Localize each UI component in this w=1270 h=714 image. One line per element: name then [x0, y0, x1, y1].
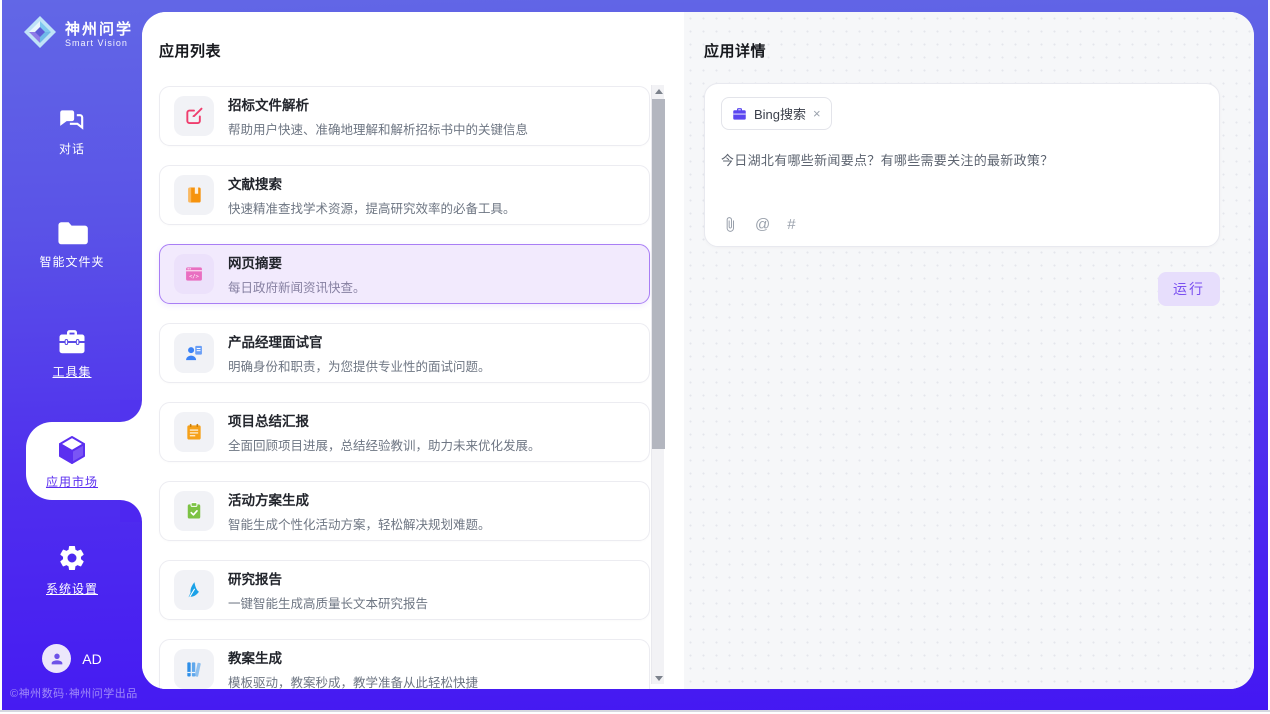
prompt-card: Bing搜索 × 今日湖北有哪些新闻要点？有哪些需要关注的最新政策？ @ # [704, 83, 1220, 247]
app-list-title: 应用列表 [159, 40, 684, 61]
interviewer-icon [174, 333, 214, 373]
report-icon [174, 412, 214, 452]
app-frame: 神州问学 Smart Vision 对话 智能文件夹 [2, 0, 1268, 710]
app-card-desc: 帮助用户快速、准确地理解和解析招标书中的关键信息 [228, 119, 528, 138]
gear-icon [2, 543, 142, 573]
app-card-lesson-plan[interactable]: 教案生成 模板驱动，教案秒成，教学准备从此轻松快捷 [159, 639, 650, 689]
app-card-title: 文献搜索 [228, 173, 516, 193]
app-list-scrollbar[interactable] [651, 85, 664, 684]
brand-gem-icon [22, 14, 58, 55]
tool-chip-label: Bing搜索 [754, 104, 806, 123]
app-card-desc: 每日政府新闻资讯快查。 [228, 277, 366, 296]
app-card-desc: 模板驱动，教案秒成，教学准备从此轻松快捷 [228, 672, 478, 689]
app-detail-panel: 应用详情 Bing搜索 × 今日湖北有哪些新闻要点？有哪些需要关注的最新政策？ [684, 12, 1254, 689]
app-card-bid-parsing[interactable]: 招标文件解析 帮助用户快速、准确地理解和解析招标书中的关键信息 [159, 86, 650, 146]
sidebar-item-label: 系统设置 [2, 580, 142, 597]
app-list-panel: 应用列表 招标文件解析 帮助用户快速、准 [142, 12, 684, 689]
sidebar-item-app-market[interactable]: 应用市场 [2, 434, 142, 490]
scrollbar-thumb[interactable] [652, 99, 665, 449]
app-card-project-summary[interactable]: 项目总结汇报 全面回顾项目进展，总结经验教训，助力未来优化发展。 [159, 402, 650, 462]
sidebar-item-chat[interactable]: 对话 [2, 106, 142, 157]
cube-icon [2, 434, 142, 466]
pen-icon [174, 570, 214, 610]
active-tab-curve-bottom [120, 500, 142, 522]
user-row[interactable]: AD [2, 644, 142, 673]
tool-chip-bing-search[interactable]: Bing搜索 × [721, 97, 832, 130]
avatar [42, 644, 71, 673]
content-panel: 应用列表 招标文件解析 帮助用户快速、准 [142, 12, 1254, 689]
sidebar-item-label: 对话 [2, 140, 142, 157]
app-card-title: 招标文件解析 [228, 94, 528, 114]
svg-text:</>: </> [189, 274, 200, 280]
mention-icon[interactable]: @ [755, 216, 770, 233]
browser-code-icon: </> [174, 254, 214, 294]
active-tab-curve-top [120, 400, 142, 422]
app-card-research-report[interactable]: 研究报告 一键智能生成高质量长文本研究报告 [159, 560, 650, 620]
close-icon[interactable]: × [813, 107, 821, 120]
books-icon [174, 649, 214, 689]
brand-subtitle: Smart Vision [65, 38, 133, 48]
sidebar-item-label: 应用市场 [2, 473, 142, 490]
query-input[interactable]: 今日湖北有哪些新闻要点？有哪些需要关注的最新政策？ [721, 150, 1203, 169]
app-card-title: 研究报告 [228, 568, 428, 588]
sidebar-item-label: 智能文件夹 [2, 253, 142, 270]
scroll-up-icon[interactable] [652, 85, 665, 97]
folder-icon [2, 220, 142, 246]
app-card-desc: 全面回顾项目进展，总结经验教训，助力未来优化发展。 [228, 435, 541, 454]
hash-icon[interactable]: # [787, 216, 795, 233]
chat-icon [2, 106, 142, 133]
bottom-divider [0, 710, 1270, 712]
app-card-desc: 一键智能生成高质量长文本研究报告 [228, 593, 428, 612]
app-card-web-summary[interactable]: </> 网页摘要 每日政府新闻资讯快查。 [159, 244, 650, 304]
edit-doc-icon [174, 96, 214, 136]
sidebar-item-label: 工具集 [2, 363, 142, 380]
app-card-title: 网页摘要 [228, 252, 366, 272]
scroll-down-icon[interactable] [652, 672, 665, 684]
book-icon [174, 175, 214, 215]
briefcase-icon [732, 107, 747, 121]
app-card-title: 活动方案生成 [228, 489, 491, 509]
attachment-icon[interactable] [722, 216, 738, 233]
user-name: AD [82, 651, 101, 667]
sidebar: 神州问学 Smart Vision 对话 智能文件夹 [2, 0, 142, 710]
brand-name: 神州问学 [65, 21, 133, 38]
app-card-title: 产品经理面试官 [228, 331, 491, 351]
toolbox-icon [2, 328, 142, 356]
app-card-literature-search[interactable]: 文献搜索 快速精准查找学术资源，提高研究效率的必备工具。 [159, 165, 650, 225]
copyright-text: ©神州数码·神州问学出品 [10, 685, 138, 701]
app-card-title: 教案生成 [228, 647, 478, 667]
run-button[interactable]: 运行 [1158, 272, 1220, 306]
app-card-desc: 明确身份和职责，为您提供专业性的面试问题。 [228, 356, 491, 375]
sidebar-item-smart-folder[interactable]: 智能文件夹 [2, 220, 142, 270]
brand: 神州问学 Smart Vision [22, 14, 133, 55]
app-card-desc: 快速精准查找学术资源，提高研究效率的必备工具。 [228, 198, 516, 217]
clipboard-check-icon [174, 491, 214, 531]
app-card-event-plan[interactable]: 活动方案生成 智能生成个性化活动方案，轻松解决规划难题。 [159, 481, 650, 541]
sidebar-item-settings[interactable]: 系统设置 [2, 543, 142, 597]
app-detail-title: 应用详情 [704, 40, 1220, 61]
app-card-desc: 智能生成个性化活动方案，轻松解决规划难题。 [228, 514, 491, 533]
app-card-pm-interviewer[interactable]: 产品经理面试官 明确身份和职责，为您提供专业性的面试问题。 [159, 323, 650, 383]
app-card-title: 项目总结汇报 [228, 410, 541, 430]
composer-toolbar: @ # [722, 216, 796, 233]
app-list: 招标文件解析 帮助用户快速、准确地理解和解析招标书中的关键信息 [159, 86, 650, 689]
sidebar-item-toolset[interactable]: 工具集 [2, 328, 142, 380]
